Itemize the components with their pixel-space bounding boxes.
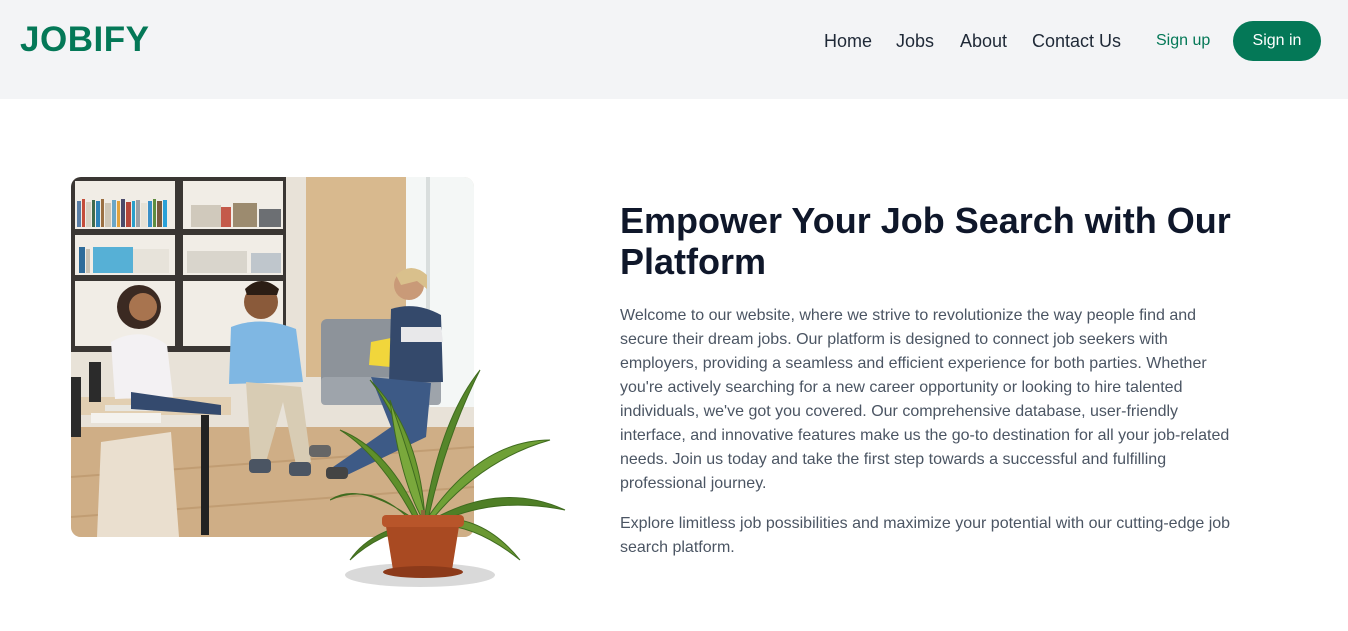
nav-contact-us[interactable]: Contact Us [1032, 28, 1121, 54]
hero-paragraph-2: Explore limitless job possibilities and … [620, 515, 1231, 556]
main-nav: Home Jobs About Contact Us [0, 28, 1348, 54]
nav-about[interactable]: About [960, 28, 1007, 54]
sign-up-link[interactable]: Sign up [1156, 30, 1210, 52]
nav-home[interactable]: Home [824, 28, 872, 54]
site-header: JOBIFY Home Jobs About Contact Us Sign u… [0, 0, 1348, 99]
hero-paragraph-1: Welcome to our website, where we strive … [620, 307, 1230, 492]
sign-in-button[interactable]: Sign in [1233, 21, 1321, 61]
potted-plant-illustration [330, 369, 566, 587]
nav-jobs[interactable]: Jobs [896, 28, 934, 54]
hero-title: Empower Your Job Search with Our Platfor… [620, 200, 1231, 282]
